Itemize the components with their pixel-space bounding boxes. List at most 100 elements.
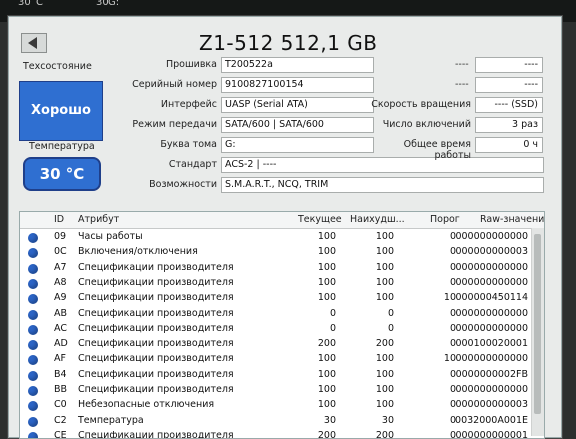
- status-dot-icon: [28, 263, 38, 274]
- health-status-badge[interactable]: Хорошо: [19, 81, 103, 141]
- previous-disk-button[interactable]: [21, 33, 47, 53]
- status-dot-icon: [28, 416, 38, 427]
- row-worst: 0: [387, 307, 394, 319]
- table-row[interactable]: AB Спецификации производителя 0 0 0 000000000…: [20, 307, 530, 322]
- features-value: S.M.A.R.T., NCQ, TRIM: [221, 177, 544, 193]
- col-current[interactable]: Текущее: [298, 214, 342, 225]
- status-dot-icon: [28, 431, 38, 438]
- power-on-count-value: 3 раз: [475, 117, 543, 133]
- row-raw: 000000000000: [455, 384, 528, 395]
- row-worst: 0: [387, 322, 394, 334]
- row-raw: 000000000000: [455, 322, 528, 334]
- status-dot-icon: [28, 355, 38, 366]
- row-id: C2: [54, 414, 67, 426]
- table-row[interactable]: C2 Температура 30 30 0 0032000A001E: [20, 414, 530, 429]
- firmware-label: Прошивка: [165, 59, 217, 70]
- table-row[interactable]: C0 Небезопасные отключения 100 100 0 00000000…: [20, 398, 530, 413]
- row-id: CE: [54, 429, 67, 439]
- row-current: 100: [317, 261, 336, 273]
- status-dot-icon: [28, 233, 38, 243]
- crystaldiskinfo-window: Z1-512 512,1 GB Техсостояние Хорошо Темп…: [8, 16, 562, 439]
- col-id[interactable]: ID: [54, 214, 64, 225]
- row-attribute: Температура: [78, 414, 144, 426]
- scrollbar-thumb[interactable]: [534, 234, 541, 414]
- smart-attributes-table[interactable]: ID Атрибут Текущее Наихудш... Порог Raw-…: [19, 211, 545, 439]
- row-raw: 000000000000: [455, 307, 528, 319]
- row-raw: 0032000A001E: [455, 414, 528, 426]
- row-id: 0C: [54, 246, 67, 258]
- row-attribute: Небезопасные отключения: [78, 399, 215, 411]
- status-dot-icon: [28, 309, 38, 320]
- row-attribute: Спецификации производителя: [78, 384, 234, 395]
- status-dot-icon: [28, 248, 38, 259]
- temperature-label: Температура: [29, 141, 95, 152]
- col-worst[interactable]: Наихудш...: [350, 214, 405, 225]
- serial-label: Серийный номер: [132, 79, 217, 90]
- row-id: A8: [54, 276, 67, 288]
- row-worst: 100: [375, 384, 394, 395]
- disk-title: Z1-512 512,1 GB: [199, 31, 378, 55]
- row-current: 100: [317, 399, 336, 411]
- row-worst: 200: [375, 429, 394, 439]
- row-current: 0: [329, 307, 336, 319]
- table-header: ID Атрибут Текущее Наихудш... Порог Raw-…: [20, 212, 544, 229]
- row-id: BB: [54, 384, 68, 395]
- row-worst: 100: [375, 231, 394, 242]
- row-attribute: Часы работы: [78, 231, 143, 242]
- table-row[interactable]: B4 Спецификации производителя 100 100 0 00000…: [20, 368, 530, 383]
- row-worst: 100: [375, 292, 394, 304]
- row-current: 100: [317, 231, 336, 242]
- table-row[interactable]: A7 Спецификации производителя 100 100 0 00000…: [20, 261, 530, 276]
- row-current: 200: [317, 429, 336, 439]
- col-threshold[interactable]: Порог: [430, 214, 460, 225]
- row-id: AF: [54, 353, 66, 365]
- row-attribute: Спецификации производителя: [78, 368, 234, 380]
- power-on-hours-value: 0 ч: [475, 137, 543, 153]
- letter-value: G:: [221, 137, 374, 153]
- power-on-hours-label: Общее время работы: [403, 139, 471, 161]
- col-attribute[interactable]: Атрибут: [78, 214, 119, 225]
- table-row[interactable]: AD Спецификации производителя 200 200 0 00010…: [20, 337, 530, 352]
- table-row[interactable]: BB Спецификации производителя 100 100 0 00000…: [20, 383, 530, 398]
- row-attribute: Спецификации производителя: [78, 429, 234, 439]
- row-worst: 200: [375, 338, 394, 350]
- table-row[interactable]: AF Спецификации производителя 100 100 10 0000…: [20, 352, 530, 367]
- row-raw: 000100020001: [455, 338, 528, 350]
- row-attribute: Спецификации производителя: [78, 353, 234, 365]
- row-current: 100: [317, 292, 336, 304]
- row-worst: 100: [375, 399, 394, 411]
- firmware-value: T200522a: [221, 57, 374, 73]
- table-row[interactable]: A8 Спецификации производителя 100 100 0 00000…: [20, 276, 530, 291]
- status-dot-icon: [28, 294, 38, 305]
- row-raw: 000000000000: [455, 261, 528, 273]
- table-row[interactable]: CE Спецификации производителя 200 200 0 00000…: [20, 429, 530, 439]
- row-attribute: Спецификации производителя: [78, 261, 234, 273]
- row-worst: 30: [381, 414, 394, 426]
- table-scrollbar[interactable]: [531, 228, 544, 436]
- table-row[interactable]: 09 Часы работы 100 100 0 000000000000: [20, 230, 530, 245]
- row-attribute: Включения/отключения: [78, 246, 198, 258]
- row-current: 100: [317, 353, 336, 365]
- interface-label: Интерфейс: [160, 99, 217, 110]
- table-row[interactable]: 0C Включения/отключения 100 100 0 00000000000…: [20, 245, 530, 260]
- rotation-label: Скорость вращения: [371, 99, 471, 110]
- row-raw: 000000000000: [455, 276, 528, 288]
- temperature-badge[interactable]: 30 °C: [23, 157, 101, 191]
- col-raw[interactable]: Raw-значения: [480, 214, 544, 225]
- table-row[interactable]: AC Спецификации производителя 0 0 0 000000000…: [20, 322, 530, 337]
- row-id: C0: [54, 399, 67, 411]
- row-raw: 000000000003: [455, 246, 528, 258]
- row-current: 200: [317, 338, 336, 350]
- table-row[interactable]: A9 Спецификации производителя 100 100 10 0000…: [20, 291, 530, 306]
- row-attribute: Спецификации производителя: [78, 322, 234, 334]
- serial-value: 9100827100154: [221, 77, 374, 93]
- row-id: B4: [54, 368, 67, 380]
- row-id: A7: [54, 261, 67, 273]
- features-label: Возможности: [149, 179, 217, 190]
- row-current: 100: [317, 276, 336, 288]
- row-raw: 000000000000: [455, 231, 528, 242]
- rotation-value: ---- (SSD): [475, 97, 543, 113]
- row-attribute: Спецификации производителя: [78, 292, 234, 304]
- status-dot-icon: [28, 401, 38, 412]
- row-attribute: Спецификации производителя: [78, 307, 234, 319]
